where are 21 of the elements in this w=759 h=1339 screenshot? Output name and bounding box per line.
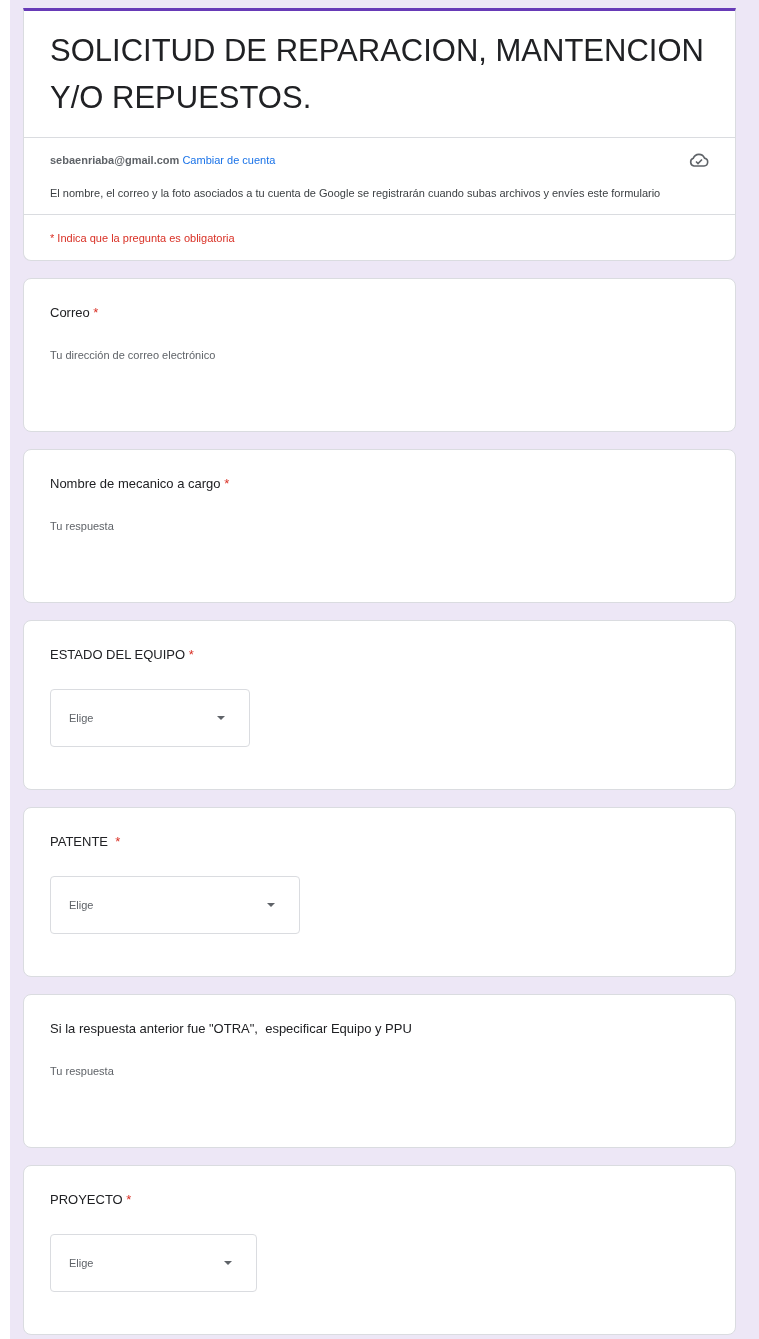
account-email: sebaenriaba@gmail.com bbox=[50, 154, 180, 166]
form-title: SOLICITUD DE REPARACION, MANTENCION Y/O REPUESTOS. bbox=[49, 32, 705, 117]
dropdown-select[interactable]: Elige bbox=[50, 1234, 257, 1292]
answer-field[interactable]: Tu dirección de correo electrónico bbox=[50, 349, 709, 361]
caret-icon bbox=[217, 716, 225, 720]
required-note: * Indica que la pregunta es obligatoria bbox=[24, 214, 735, 260]
question-label: ESTADO DEL EQUIPO * bbox=[50, 647, 194, 662]
cloud-check-icon bbox=[689, 152, 709, 168]
dropdown-select[interactable]: Elige bbox=[50, 876, 300, 934]
caret-icon bbox=[224, 1261, 232, 1265]
question-label: PROYECTO * bbox=[50, 1192, 132, 1207]
question-label: Si la respuesta anterior fue "OTRA", especificar Equipo y PPU bbox=[50, 1021, 412, 1036]
answer-field[interactable]: Tu respuesta bbox=[50, 1065, 709, 1077]
caret-icon bbox=[267, 903, 275, 907]
switch-account-link[interactable]: Cambiar de cuenta bbox=[182, 154, 276, 166]
question-label: Nombre de mecanico a cargo * bbox=[50, 476, 230, 491]
answer-field[interactable]: Tu respuesta bbox=[50, 520, 709, 532]
question-label: Correo * bbox=[50, 305, 99, 320]
dropdown-select[interactable]: Elige bbox=[50, 689, 250, 747]
question-label: PATENTE * bbox=[50, 834, 121, 849]
account-notice: El nombre, el correo y la foto asociados a tu cuenta de Google se registrarán cuando subas archivos y envíes este formulario bbox=[50, 186, 662, 201]
